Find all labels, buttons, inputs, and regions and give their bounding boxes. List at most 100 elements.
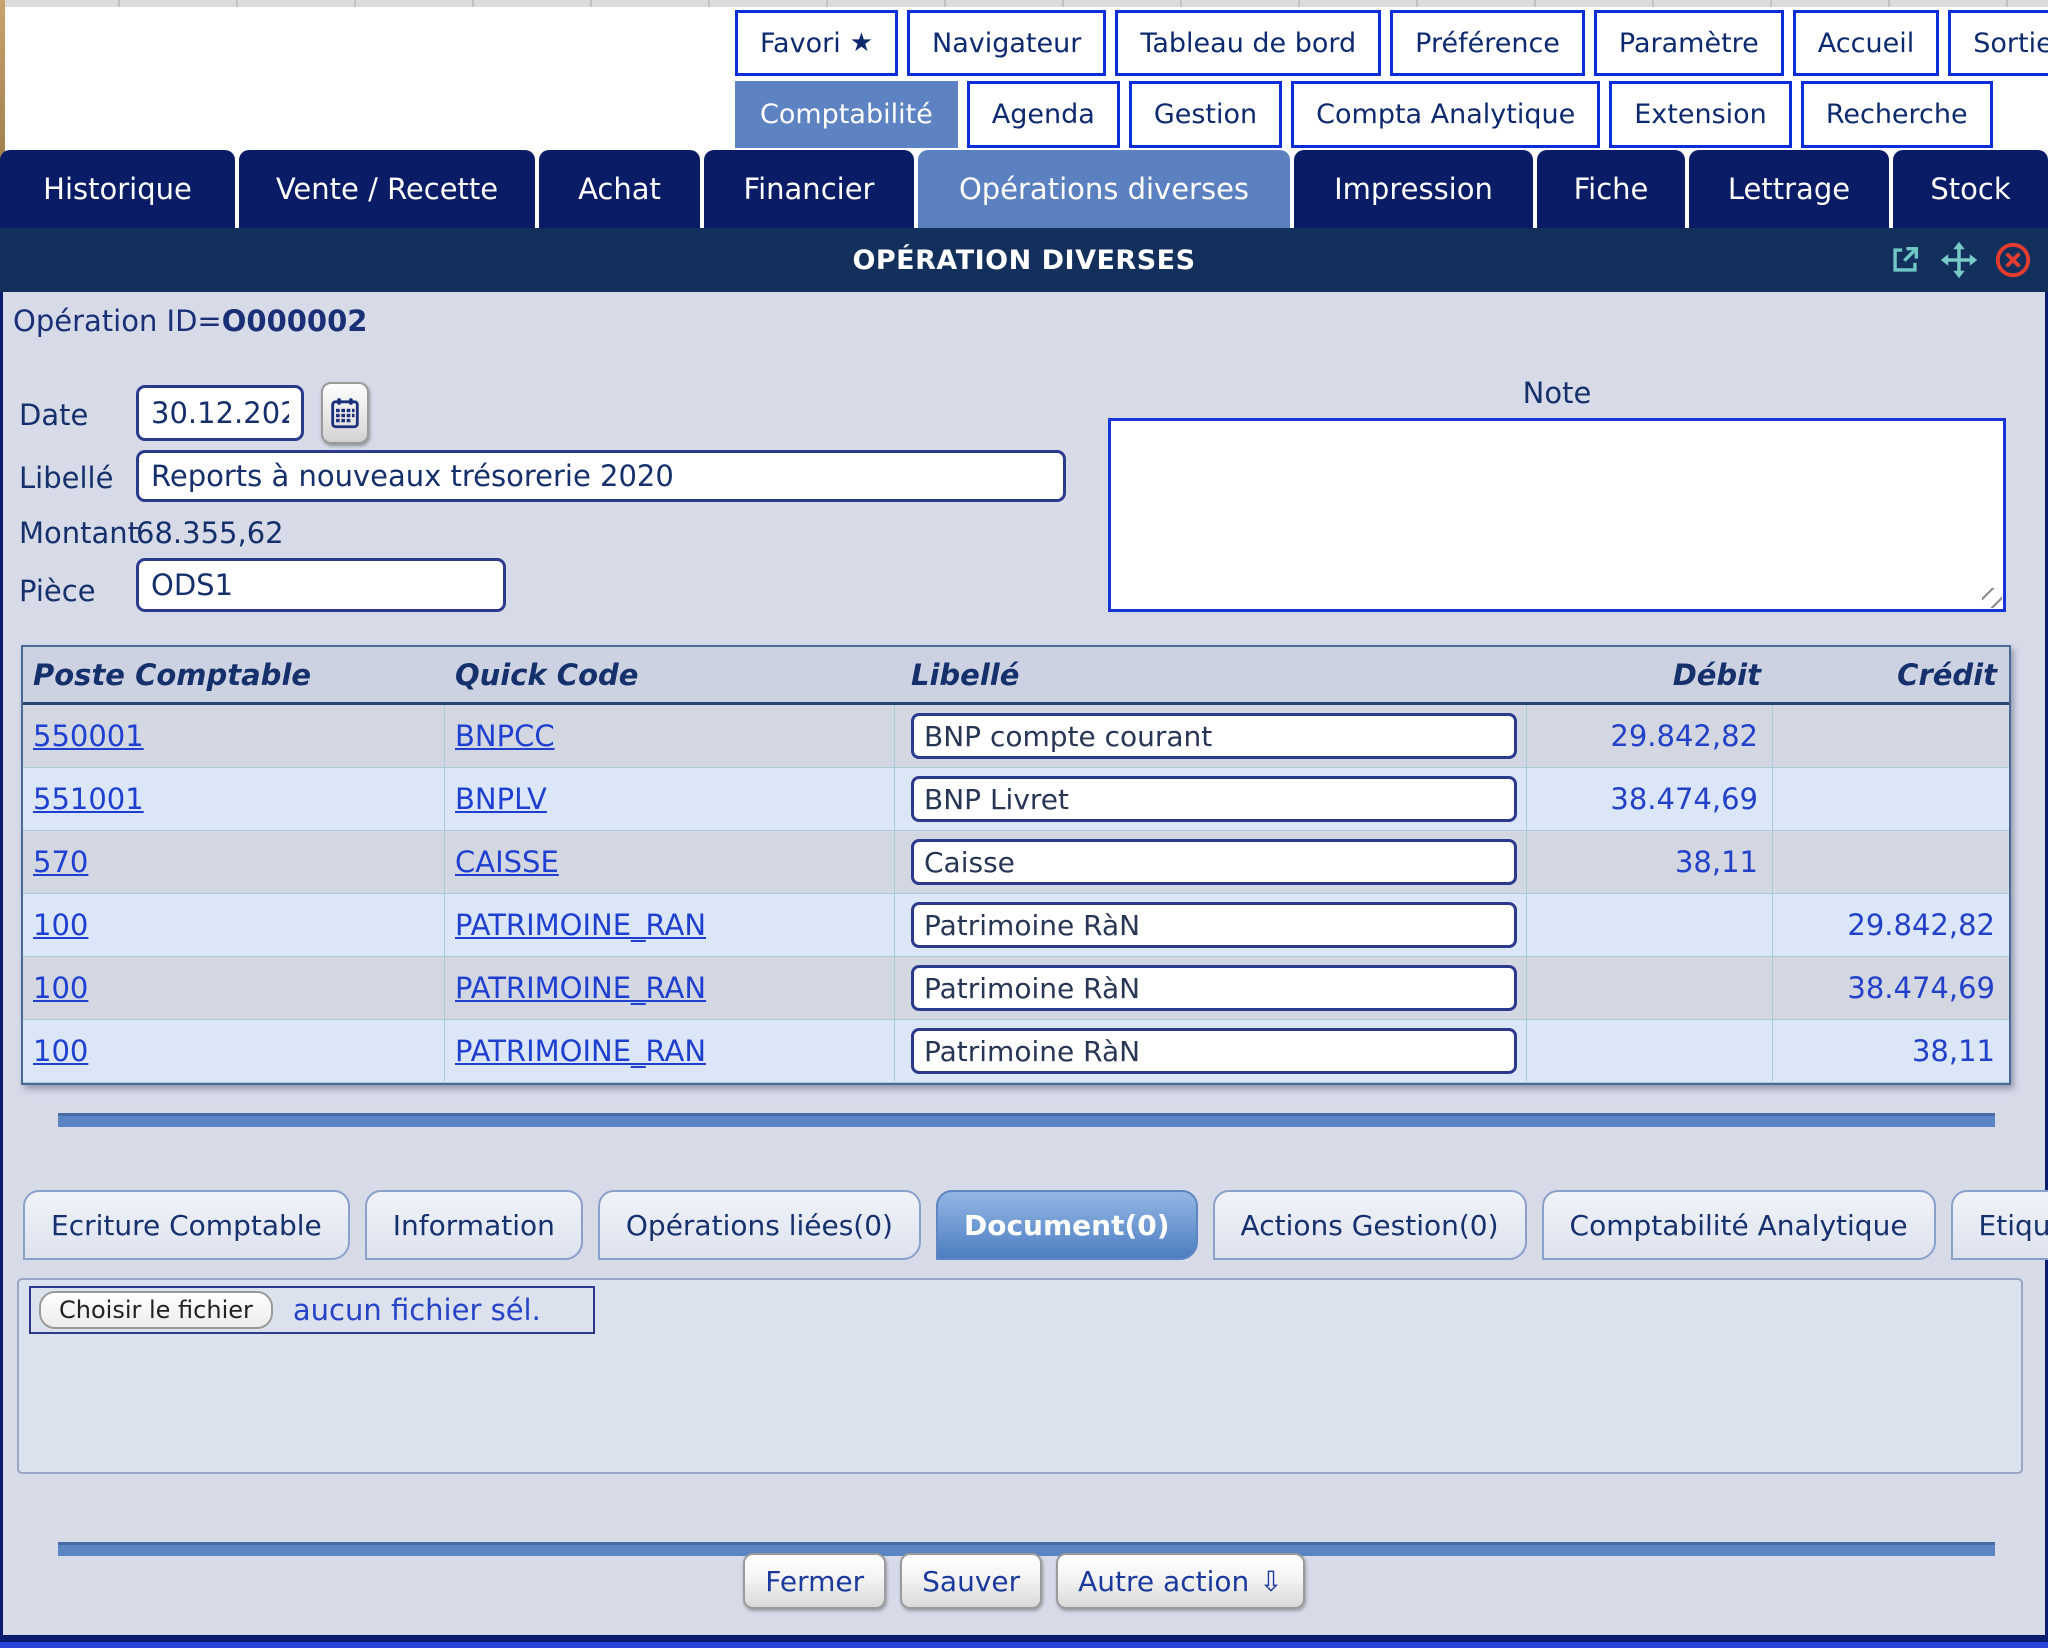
operation-id: Opération ID=O000002	[13, 304, 367, 338]
save-button[interactable]: Sauver	[900, 1553, 1042, 1609]
tab-historique[interactable]: Historique	[0, 150, 235, 228]
table-row-5-debit	[1527, 957, 1773, 1020]
menu-sortie[interactable]: Sortie ◈	[1948, 10, 2048, 76]
open-in-new-window-icon[interactable]	[1886, 241, 1924, 279]
quick-code-link[interactable]: PATRIMOINE_RAN	[455, 908, 706, 942]
menu-comptabilite[interactable]: Comptabilité	[735, 81, 958, 148]
row-libelle-input[interactable]	[911, 1028, 1517, 1074]
table-row-5-quick-code: PATRIMOINE_RAN	[445, 957, 895, 1020]
menu-compta-analytique[interactable]: Compta Analytique	[1291, 81, 1600, 148]
move-icon[interactable]	[1940, 241, 1978, 279]
tab-impression[interactable]: Impression	[1294, 150, 1533, 228]
table-row-2-libelle	[895, 768, 1527, 831]
menu-preference[interactable]: Préférence	[1390, 10, 1585, 76]
dialog-titlebar-icons	[1886, 228, 2032, 292]
tab-actions-gestion[interactable]: Actions Gestion(0)	[1213, 1190, 1527, 1260]
tab-information[interactable]: Information	[365, 1190, 583, 1260]
menu-gestion[interactable]: Gestion	[1129, 81, 1282, 148]
tab-document[interactable]: Document(0)	[936, 1190, 1198, 1260]
poste-link[interactable]: 570	[33, 845, 88, 879]
date-input[interactable]	[136, 385, 304, 441]
quick-code-link[interactable]: PATRIMOINE_RAN	[455, 971, 706, 1005]
row-libelle-input[interactable]	[911, 776, 1517, 822]
poste-link[interactable]: 550001	[33, 719, 144, 753]
poste-link[interactable]: 551001	[33, 782, 144, 816]
tab-achat[interactable]: Achat	[539, 150, 700, 228]
column-header-credit: Crédit	[1773, 647, 2009, 705]
menu-recherche[interactable]: Recherche	[1801, 81, 1993, 148]
piece-label: Pièce	[19, 574, 96, 608]
piece-input[interactable]	[136, 558, 506, 612]
tab-operations-diverses[interactable]: Opérations diverses	[918, 150, 1290, 228]
menu-navigateur[interactable]: Navigateur	[907, 10, 1106, 76]
tab-comptabilite-analytique[interactable]: Comptabilité Analytique	[1542, 1190, 1936, 1260]
menu-comptabilite-label: Comptabilité	[760, 99, 933, 130]
tab-operations-liees[interactable]: Opérations liées(0)	[598, 1190, 921, 1260]
choose-file-button[interactable]: Choisir le fichier	[39, 1291, 273, 1329]
table-row-5-credit: 38.474,69	[1773, 957, 2009, 1020]
calendar-button[interactable]	[321, 382, 369, 444]
table-row-6-poste: 100	[23, 1020, 445, 1083]
tab-financier[interactable]: Financier	[704, 150, 914, 228]
column-header-quick-code: Quick Code	[445, 647, 895, 705]
table-row-3-debit: 38,11	[1527, 831, 1773, 894]
poste-link[interactable]: 100	[33, 908, 88, 942]
table-row-4-credit: 29.842,82	[1773, 894, 2009, 957]
menu-parametre-label: Paramètre	[1619, 28, 1759, 59]
close-button[interactable]: Fermer	[743, 1553, 886, 1609]
quick-code-link[interactable]: PATRIMOINE_RAN	[455, 1034, 706, 1068]
menu-favori[interactable]: Favori ★	[735, 10, 898, 76]
other-action-label: Autre action	[1078, 1565, 1249, 1598]
libelle-input[interactable]	[136, 450, 1066, 502]
operation-id-value: O000002	[222, 304, 368, 338]
note-textarea[interactable]	[1108, 418, 2006, 612]
table-row-1-credit	[1773, 705, 2009, 768]
tab-etiquette[interactable]: Etiquette	[1951, 1190, 2048, 1260]
quick-code-link[interactable]: CAISSE	[455, 845, 559, 879]
bottom-blue-strip	[0, 1642, 2048, 1648]
tab-stock[interactable]: Stock	[1893, 150, 2048, 228]
other-action-button[interactable]: Autre action ⇩	[1056, 1553, 1305, 1609]
tab-lettrage[interactable]: Lettrage	[1689, 150, 1889, 228]
operation-id-label: Opération ID=	[13, 304, 222, 338]
tab-vente-recette[interactable]: Vente / Recette	[239, 150, 535, 228]
arrow-down-icon: ⇩	[1259, 1565, 1282, 1598]
table-row-3-libelle	[895, 831, 1527, 894]
poste-link[interactable]: 100	[33, 1034, 88, 1068]
table-row-2-poste: 551001	[23, 768, 445, 831]
note-label: Note	[1108, 376, 2006, 410]
menu-parametre[interactable]: Paramètre	[1594, 10, 1784, 76]
close-icon[interactable]	[1994, 241, 2032, 279]
column-header-debit: Débit	[1527, 647, 1773, 705]
tab-ecriture-comptable[interactable]: Ecriture Comptable	[23, 1190, 350, 1260]
row-libelle-input[interactable]	[911, 839, 1517, 885]
row-libelle-input[interactable]	[911, 965, 1517, 1011]
tab-fiche[interactable]: Fiche	[1537, 150, 1685, 228]
menu-navigateur-label: Navigateur	[932, 28, 1081, 59]
column-header-libelle: Libellé	[895, 647, 1527, 705]
table-row-3-poste: 570	[23, 831, 445, 894]
file-status-text: aucun fichier sél.	[293, 1293, 541, 1327]
main-menu: Favori ★ Navigateur Tableau de bord Préf…	[735, 10, 2048, 148]
menu-tableau-de-bord[interactable]: Tableau de bord	[1115, 10, 1381, 76]
menu-recherche-label: Recherche	[1826, 99, 1968, 130]
table-row-1-debit: 29.842,82	[1527, 705, 1773, 768]
star-icon: ★	[850, 28, 873, 58]
table-row-1-libelle	[895, 705, 1527, 768]
quick-code-link[interactable]: BNPLV	[455, 782, 547, 816]
menu-sortie-label: Sortie	[1973, 28, 2048, 59]
poste-link[interactable]: 100	[33, 971, 88, 1005]
quick-code-link[interactable]: BNPCC	[455, 719, 555, 753]
row-libelle-input[interactable]	[911, 713, 1517, 759]
dialog-bottom-border	[0, 1635, 2048, 1642]
menu-agenda[interactable]: Agenda	[967, 81, 1120, 148]
detail-tabs: Ecriture Comptable Information Opération…	[23, 1190, 2048, 1260]
table-row-1-quick-code: BNPCC	[445, 705, 895, 768]
calendar-icon	[331, 397, 359, 429]
menu-extension[interactable]: Extension	[1609, 81, 1792, 148]
table-row-6-libelle	[895, 1020, 1527, 1083]
menu-accueil[interactable]: Accueil	[1793, 10, 1939, 76]
row-libelle-input[interactable]	[911, 902, 1517, 948]
menu-accueil-label: Accueil	[1818, 28, 1914, 59]
table-row-2-quick-code: BNPLV	[445, 768, 895, 831]
